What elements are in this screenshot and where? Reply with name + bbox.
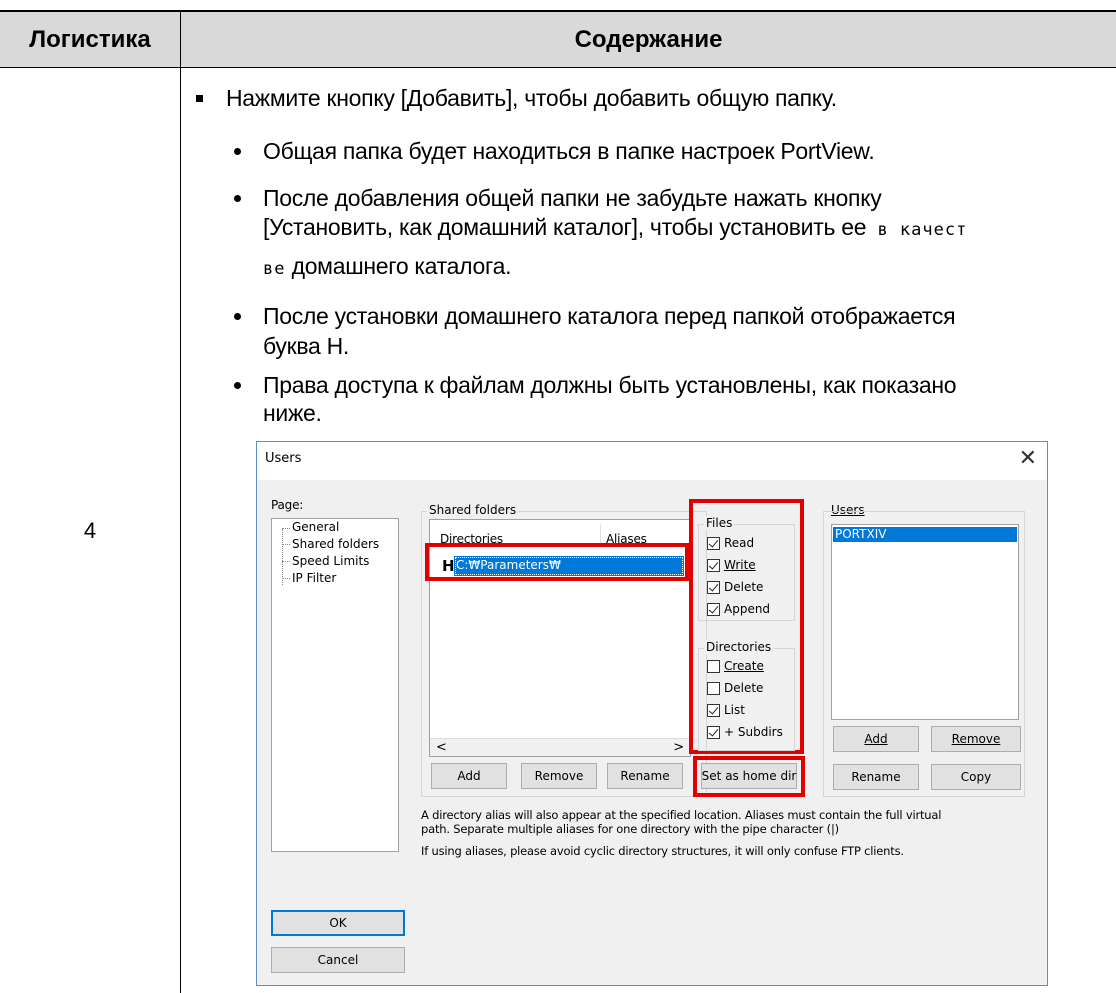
sub-bullet-2-line-1: После добавления общей папки не забудьте… bbox=[263, 185, 882, 211]
subdirs-checkbox[interactable]: + Subdirs bbox=[707, 725, 783, 739]
header-logistics: Логистика bbox=[29, 25, 151, 53]
read-checkbox[interactable]: Read bbox=[707, 536, 754, 550]
delete-dir-label: Delete bbox=[724, 681, 764, 695]
dot-bullet-icon bbox=[234, 148, 241, 155]
create-dir-label: Create bbox=[724, 659, 764, 673]
rename-folder-button-label: Rename bbox=[620, 769, 670, 783]
cancel-button-label: Cancel bbox=[317, 953, 359, 967]
tree-line bbox=[282, 528, 290, 529]
delete-file-label: Delete bbox=[724, 580, 764, 594]
users-dialog: Users ✕ Page: General Shared folders Spe… bbox=[256, 441, 1048, 986]
tree-item-general[interactable]: General bbox=[292, 520, 339, 534]
square-bullet-icon bbox=[196, 95, 203, 102]
close-icon[interactable]: ✕ bbox=[1019, 446, 1037, 471]
subdirs-label: + Subdirs bbox=[724, 725, 783, 739]
ok-button-label: OK bbox=[329, 916, 347, 930]
checkbox-box[interactable] bbox=[707, 536, 720, 550]
write-label: Write bbox=[724, 558, 756, 572]
checkbox-box[interactable] bbox=[707, 659, 720, 673]
help-text-2: path. Separate multiple aliases for one … bbox=[421, 822, 839, 836]
scroll-left-icon[interactable]: < bbox=[436, 740, 447, 755]
append-checkbox[interactable]: Append bbox=[707, 602, 770, 616]
sub-bullet-2-line-2: [Установить, как домашний каталог], чтоб… bbox=[263, 212, 967, 245]
horizontal-scrollbar[interactable]: < > bbox=[430, 738, 690, 756]
tree-line bbox=[282, 561, 290, 562]
sub-bullet-1: Общая папка будет находиться в папке нас… bbox=[263, 138, 875, 164]
delete-dir-checkbox[interactable]: Delete bbox=[707, 681, 763, 695]
help-text-3: If using aliases, please avoid cyclic di… bbox=[421, 844, 904, 858]
sub-bullet-2-line-3-text: домашнего каталога. bbox=[285, 253, 512, 279]
main-instruction: Нажмите кнопку [Добавить], чтобы добавит… bbox=[226, 85, 837, 111]
remove-folder-button[interactable]: Remove bbox=[521, 763, 597, 789]
help-text-1: A directory alias will also appear at th… bbox=[421, 808, 942, 822]
tree-item-shared-folders[interactable]: Shared folders bbox=[292, 537, 379, 551]
sub-bullet-2-line-2-text: [Установить, как домашний каталог], чтоб… bbox=[263, 214, 867, 240]
users-list[interactable]: PORTXIV bbox=[831, 524, 1019, 720]
add-folder-button[interactable]: Add bbox=[431, 763, 507, 789]
list-dir-checkbox[interactable]: List bbox=[707, 703, 745, 717]
column-divider bbox=[180, 68, 181, 993]
create-dir-checkbox[interactable]: Create bbox=[707, 659, 764, 673]
cancel-button[interactable]: Cancel bbox=[271, 947, 405, 973]
rename-user-label: Rename bbox=[851, 770, 901, 784]
remove-user-label: Remove bbox=[951, 732, 1001, 746]
files-label: Files bbox=[704, 516, 735, 530]
add-folder-button-label: Add bbox=[457, 769, 481, 783]
sub-bullet-3-line-2: буква H. bbox=[263, 333, 349, 359]
rename-user-button[interactable]: Rename bbox=[833, 764, 919, 790]
highlight-folder-row bbox=[425, 543, 689, 581]
page-tree: General Shared folders Speed Limits IP F… bbox=[271, 518, 399, 852]
directories-label: Directories bbox=[704, 640, 774, 654]
scroll-right-icon[interactable]: > bbox=[673, 740, 684, 755]
sub-bullet-2-line-3-head: ве bbox=[263, 259, 286, 279]
remove-folder-button-label: Remove bbox=[534, 769, 584, 783]
dot-bullet-icon bbox=[234, 195, 241, 202]
copy-user-label: Copy bbox=[960, 770, 992, 784]
list-dir-label: List bbox=[724, 703, 745, 717]
sub-bullet-2-line-2-tail: в качест bbox=[866, 220, 968, 240]
tree-line bbox=[282, 529, 283, 585]
checkbox-box[interactable] bbox=[707, 703, 720, 717]
sub-bullet-4-line-1: Права доступа к файлам должны быть устан… bbox=[263, 372, 957, 398]
ok-button[interactable]: OK bbox=[271, 910, 405, 936]
tree-item-ip-filter[interactable]: IP Filter bbox=[292, 571, 336, 585]
sub-bullet-4-line-2: ниже. bbox=[263, 400, 322, 426]
checkbox-box[interactable] bbox=[707, 681, 720, 695]
append-label: Append bbox=[724, 602, 771, 616]
dialog-titlebar: Users ✕ bbox=[257, 442, 1047, 480]
tree-item-speed-limits[interactable]: Speed Limits bbox=[292, 554, 369, 568]
header-content: Содержание bbox=[574, 25, 723, 53]
checkbox-box[interactable] bbox=[707, 558, 720, 572]
highlight-set-home-button bbox=[693, 756, 805, 797]
shared-folders-label: Shared folders bbox=[427, 503, 519, 517]
step-number: 4 bbox=[83, 518, 97, 543]
sub-bullet-2-line-3: ве домашнего каталога. bbox=[263, 251, 511, 284]
table-header: Логистика Содержание bbox=[0, 10, 1116, 68]
delete-file-checkbox[interactable]: Delete bbox=[707, 580, 763, 594]
dot-bullet-icon bbox=[234, 313, 241, 320]
rename-folder-button[interactable]: Rename bbox=[607, 763, 683, 789]
checkbox-box[interactable] bbox=[707, 580, 720, 594]
copy-user-button[interactable]: Copy bbox=[931, 764, 1021, 790]
sub-bullet-3-line-1: После установки домашнего каталога перед… bbox=[263, 303, 956, 329]
tree-line bbox=[282, 578, 290, 579]
remove-user-button[interactable]: Remove bbox=[931, 726, 1021, 752]
checkbox-box[interactable] bbox=[707, 602, 720, 616]
user-row-selected[interactable]: PORTXIV bbox=[833, 527, 1017, 542]
checkbox-box[interactable] bbox=[707, 725, 720, 739]
write-checkbox[interactable]: Write bbox=[707, 558, 756, 572]
page-label: Page: bbox=[271, 498, 304, 512]
dot-bullet-icon bbox=[234, 382, 241, 389]
add-user-button[interactable]: Add bbox=[833, 726, 919, 752]
dialog-title: Users bbox=[265, 451, 302, 466]
tree-line bbox=[282, 544, 290, 545]
read-label: Read bbox=[724, 536, 755, 550]
add-user-label: Add bbox=[864, 732, 888, 746]
